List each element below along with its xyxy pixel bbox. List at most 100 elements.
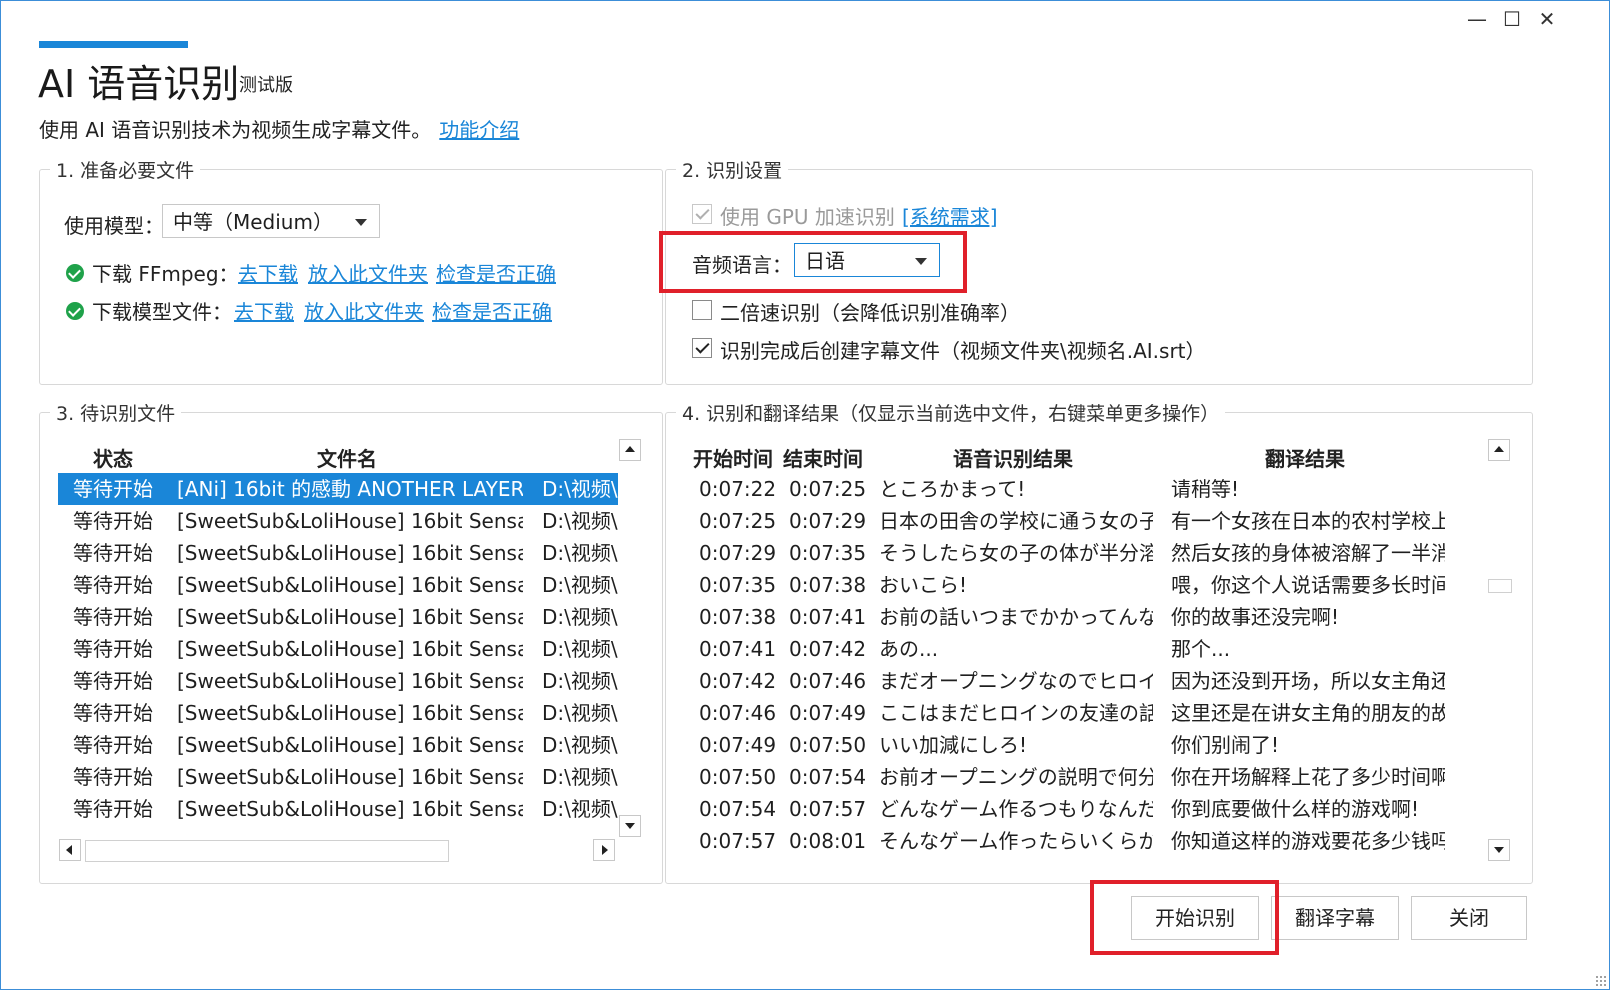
file-name: [SweetSub&LoliHouse] 16bit Sensatio (177, 797, 523, 821)
result-row[interactable]: 0:07:35 0:07:38 おいこら! 喂，你这个人说话需要多长时间啊 (685, 569, 1447, 601)
result-end-time: 0:07:57 (789, 797, 867, 821)
result-end-time: 0:08:01 (789, 829, 867, 853)
file-row[interactable]: 等待开始 [SweetSub&LoliHouse] 16bit Sensatio D… (58, 793, 618, 825)
beta-badge: 测试版 (239, 75, 293, 96)
result-row[interactable]: 0:07:25 0:07:29 日本の田舎の学校に通う女の子が 有一个女孩在日本的农村… (685, 505, 1447, 537)
ffmpeg-folder-link[interactable]: 放入此文件夹 (308, 258, 428, 287)
file-row[interactable]: 等待开始 [SweetSub&LoliHouse] 16bit Sensatio D… (58, 665, 618, 697)
double-speed-label: 二倍速识别（会降低识别准确率） (720, 301, 1020, 325)
model-select[interactable]: 中等（Medium） (162, 204, 380, 238)
file-status: 等待开始 (73, 573, 153, 597)
scroll-left-icon[interactable] (59, 839, 81, 861)
column-header-start[interactable]: 开始时间 (693, 443, 773, 472)
feature-intro-link[interactable]: 功能介绍 (439, 118, 519, 142)
result-end-time: 0:07:50 (789, 733, 867, 757)
column-header-translation[interactable]: 翻译结果 (1265, 443, 1345, 472)
close-window-icon[interactable]: ✕ (1533, 7, 1561, 31)
translate-subtitle-button[interactable]: 翻译字幕 (1271, 896, 1399, 940)
file-status: 等待开始 (73, 669, 153, 693)
result-row[interactable]: 0:07:46 0:07:49 ここはまだヒロインの友達の話で 这里还是在讲女主角的朋… (685, 697, 1447, 729)
maximize-icon[interactable]: ☐ (1498, 7, 1526, 31)
result-start-time: 0:07:25 (699, 509, 777, 533)
result-translation-text: 然后女孩的身体被溶解了一半消失 (1171, 541, 1445, 565)
column-header-end[interactable]: 结束时间 (783, 443, 863, 472)
create-subtitle-checkbox[interactable] (692, 338, 712, 358)
file-row[interactable]: 等待开始 [SweetSub&LoliHouse] 16bit Sensatio D… (58, 505, 618, 537)
double-speed-checkbox[interactable] (692, 300, 712, 320)
result-end-time: 0:07:54 (789, 765, 867, 789)
ffmpeg-check-link[interactable]: 检查是否正确 (436, 258, 556, 287)
result-asr-text: ところかまって! (879, 477, 1026, 501)
scroll-up-icon[interactable] (619, 439, 641, 461)
resize-grip-icon[interactable] (1595, 975, 1607, 987)
column-header-status[interactable]: 状态 (93, 443, 133, 472)
result-row[interactable]: 0:07:41 0:07:42 あの... 那个... (685, 633, 1447, 665)
scroll-up-icon[interactable] (1488, 439, 1510, 461)
result-row[interactable]: 0:07:42 0:07:46 まだオープニングなのでヒロイン 因为还没到开场，所以女… (685, 665, 1447, 697)
result-row[interactable]: 0:07:38 0:07:41 お前の話いつまでかかってんな 你的故事还没完啊! (685, 601, 1447, 633)
result-row[interactable]: 0:07:50 0:07:54 お前オープニングの説明で何分かけ你在开场解释上花了多… (685, 761, 1447, 793)
scroll-right-icon[interactable] (593, 839, 615, 861)
model-file-label: 下载模型文件： (92, 300, 232, 324)
section-2-title: 2. 识别设置 (676, 156, 789, 183)
model-folder-link[interactable]: 放入此文件夹 (304, 296, 424, 325)
start-button-highlight (1090, 880, 1279, 955)
audio-language-highlight (659, 231, 967, 293)
result-row[interactable]: 0:07:22 0:07:25 ところかまって! 请稍等! (685, 473, 1447, 505)
file-path: D:\视频\ (542, 573, 618, 597)
result-asr-text: 日本の田舎の学校に通う女の子が (879, 509, 1153, 533)
gpu-label: 使用 GPU 加速识别 (720, 205, 895, 229)
check-circle-icon (66, 264, 84, 282)
file-path: D:\视频\ (542, 637, 618, 661)
file-row[interactable]: 等待开始 [SweetSub&LoliHouse] 16bit Sensatio D… (58, 569, 618, 601)
file-name: [SweetSub&LoliHouse] 16bit Sensatio (177, 573, 523, 597)
model-download-link[interactable]: 去下载 (234, 296, 294, 325)
result-row[interactable]: 0:07:29 0:07:35 そうしたら女の子の体が半分溶けて然后女孩的身体被溶解… (685, 537, 1447, 569)
ffmpeg-download-link[interactable]: 去下载 (238, 258, 298, 287)
page-subtitle: 使用 AI 语音识别技术为视频生成字幕文件。 功能介绍 (39, 114, 519, 143)
result-row[interactable]: 0:07:57 0:08:01 そんなゲーム作ったらいくらかかる你知道这样的游戏要花… (685, 825, 1447, 857)
file-path: D:\视频\ (542, 765, 618, 789)
file-status: 等待开始 (73, 733, 153, 757)
model-label: 使用模型： (64, 214, 164, 238)
result-end-time: 0:07:46 (789, 669, 867, 693)
file-name: [SweetSub&LoliHouse] 16bit Sensatio (177, 605, 523, 629)
column-header-filename[interactable]: 文件名 (317, 443, 377, 472)
file-row[interactable]: 等待开始 [SweetSub&LoliHouse] 16bit Sensatio D… (58, 633, 618, 665)
file-path: D:\视频\ (542, 669, 618, 693)
scroll-down-icon[interactable] (1488, 839, 1510, 861)
file-path: D:\视频\ (542, 605, 618, 629)
result-row[interactable]: 0:07:49 0:07:50 いい加減にしろ! 你们别闹了! (685, 729, 1447, 761)
file-row[interactable]: 等待开始 [SweetSub&LoliHouse] 16bit Sensatio D… (58, 601, 618, 633)
result-translation-text: 你到底要做什么样的游戏啊! (1171, 797, 1420, 821)
file-path: D:\视频\ (542, 733, 618, 757)
file-row[interactable]: 等待开始 [SweetSub&LoliHouse] 16bit Sensatio D… (58, 761, 618, 793)
file-name: [SweetSub&LoliHouse] 16bit Sensatio (177, 509, 523, 533)
section-1-title: 1. 准备必要文件 (50, 156, 201, 183)
close-button[interactable]: 关闭 (1411, 896, 1527, 940)
result-start-time: 0:07:50 (699, 765, 777, 789)
result-row[interactable]: 0:07:54 0:07:57 どんなゲーム作るつもりなんだよ 你到底要做什么样的游戏… (685, 793, 1447, 825)
file-row[interactable]: 等待开始 [ANi] 16bit 的感動 ANOTHER LAYER - D:\视频… (58, 473, 618, 505)
minimize-icon[interactable]: — (1463, 7, 1491, 31)
result-start-time: 0:07:22 (699, 477, 777, 501)
system-requirements-link[interactable]: [系统需求] (902, 201, 998, 230)
file-status: 等待开始 (73, 637, 153, 661)
result-start-time: 0:07:38 (699, 605, 777, 629)
check-circle-icon (66, 302, 84, 320)
result-asr-text: おいこら! (879, 573, 968, 597)
section-prepare-files: 1. 准备必要文件 使用模型： 中等（Medium） 下载 FFmpeg： 去下… (39, 156, 663, 385)
file-path: D:\视频\ (542, 509, 618, 533)
file-row[interactable]: 等待开始 [SweetSub&LoliHouse] 16bit Sensatio D… (58, 537, 618, 569)
result-asr-text: まだオープニングなのでヒロイン (879, 669, 1153, 693)
file-row[interactable]: 等待开始 [SweetSub&LoliHouse] 16bit Sensatio D… (58, 729, 618, 761)
vertical-scrollbar-thumb[interactable] (1488, 579, 1512, 593)
file-row[interactable]: 等待开始 [SweetSub&LoliHouse] 16bit Sensatio D… (58, 697, 618, 729)
file-status: 等待开始 (73, 797, 153, 821)
result-end-time: 0:07:25 (789, 477, 867, 501)
result-translation-text: 你知道这样的游戏要花多少钱吗 (1171, 829, 1445, 853)
model-check-link[interactable]: 检查是否正确 (432, 296, 552, 325)
scroll-down-icon[interactable] (619, 815, 641, 837)
column-header-asr[interactable]: 语音识别结果 (953, 443, 1073, 472)
horizontal-scrollbar-thumb[interactable] (85, 840, 449, 862)
